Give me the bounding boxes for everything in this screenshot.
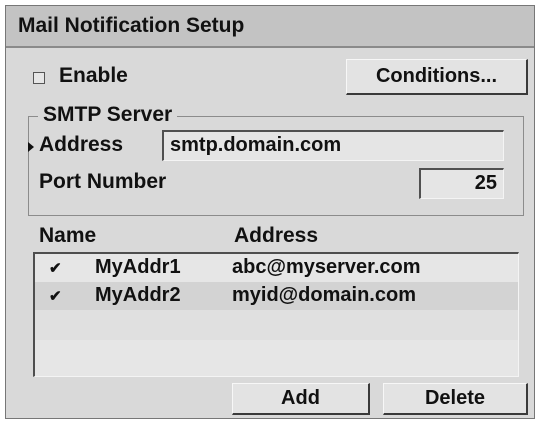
column-header-name: Name (39, 224, 97, 247)
list-item[interactable]: ✔ MyAddr2 myid@domain.com (35, 282, 518, 310)
address-label: Address (39, 133, 124, 156)
focus-arrow-icon (28, 142, 34, 152)
conditions-button[interactable]: Conditions... (346, 59, 528, 95)
recipient-address: abc@myserver.com (232, 256, 421, 278)
add-button[interactable]: Add (232, 383, 370, 415)
recipient-name: MyAddr1 (95, 256, 181, 278)
enable-label: Enable (59, 64, 128, 87)
smtp-address-field[interactable]: smtp.domain.com (162, 130, 504, 161)
check-icon: ✔ (49, 288, 62, 305)
column-header-address: Address (234, 224, 319, 247)
recipient-address: myid@domain.com (232, 284, 416, 306)
recipient-list[interactable]: ✔ MyAddr1 abc@myserver.com ✔ MyAddr2 myi… (33, 252, 519, 377)
mail-notification-dialog: Mail Notification Setup Enable Condition… (5, 5, 535, 419)
list-item[interactable]: ✔ MyAddr1 abc@myserver.com (35, 254, 518, 282)
delete-button[interactable]: Delete (383, 383, 528, 415)
dialog-title: Mail Notification Setup (18, 14, 245, 37)
port-number-label: Port Number (39, 170, 167, 193)
enable-checkbox[interactable] (33, 72, 45, 84)
title-bar: Mail Notification Setup (6, 6, 534, 48)
check-icon: ✔ (49, 260, 62, 277)
recipient-name: MyAddr2 (95, 284, 181, 306)
smtp-server-legend: SMTP Server (38, 103, 178, 127)
port-number-field[interactable]: 25 (419, 168, 504, 199)
empty-list-row (35, 310, 518, 340)
